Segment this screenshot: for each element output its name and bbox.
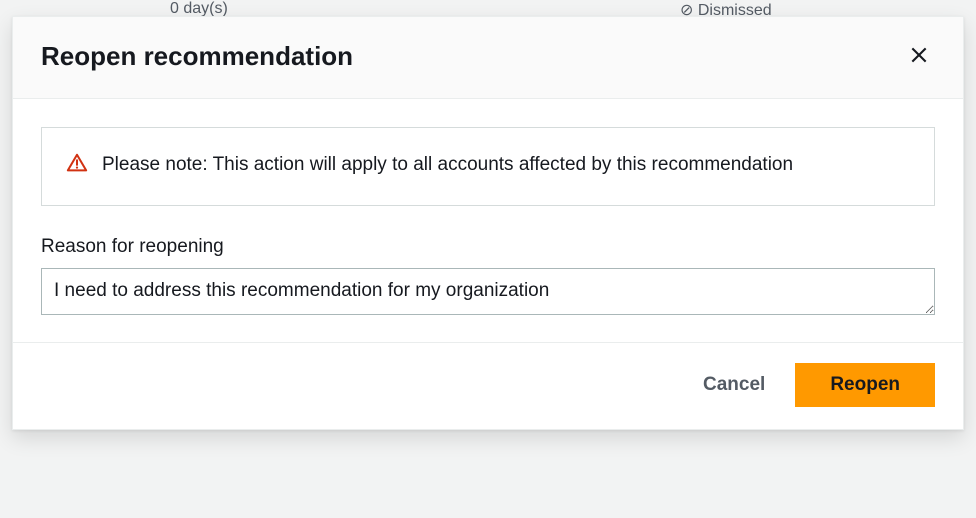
modal-footer: Cancel Reopen — [13, 342, 963, 429]
modal-body: Please note: This action will apply to a… — [13, 99, 963, 342]
reason-textarea[interactable] — [41, 268, 935, 315]
warning-text: Please note: This action will apply to a… — [102, 150, 793, 179]
modal-title: Reopen recommendation — [41, 41, 353, 72]
cancel-button[interactable]: Cancel — [699, 366, 769, 404]
warning-icon — [66, 152, 88, 179]
reopen-button[interactable]: Reopen — [795, 363, 935, 407]
modal-header: Reopen recommendation — [13, 17, 963, 99]
close-button[interactable] — [903, 39, 935, 74]
reopen-recommendation-modal: Reopen recommendation Please note: This … — [12, 16, 964, 430]
warning-alert: Please note: This action will apply to a… — [41, 127, 935, 206]
close-icon — [909, 45, 929, 68]
reason-form-group: Reason for reopening — [41, 236, 935, 320]
reason-label: Reason for reopening — [41, 236, 935, 258]
